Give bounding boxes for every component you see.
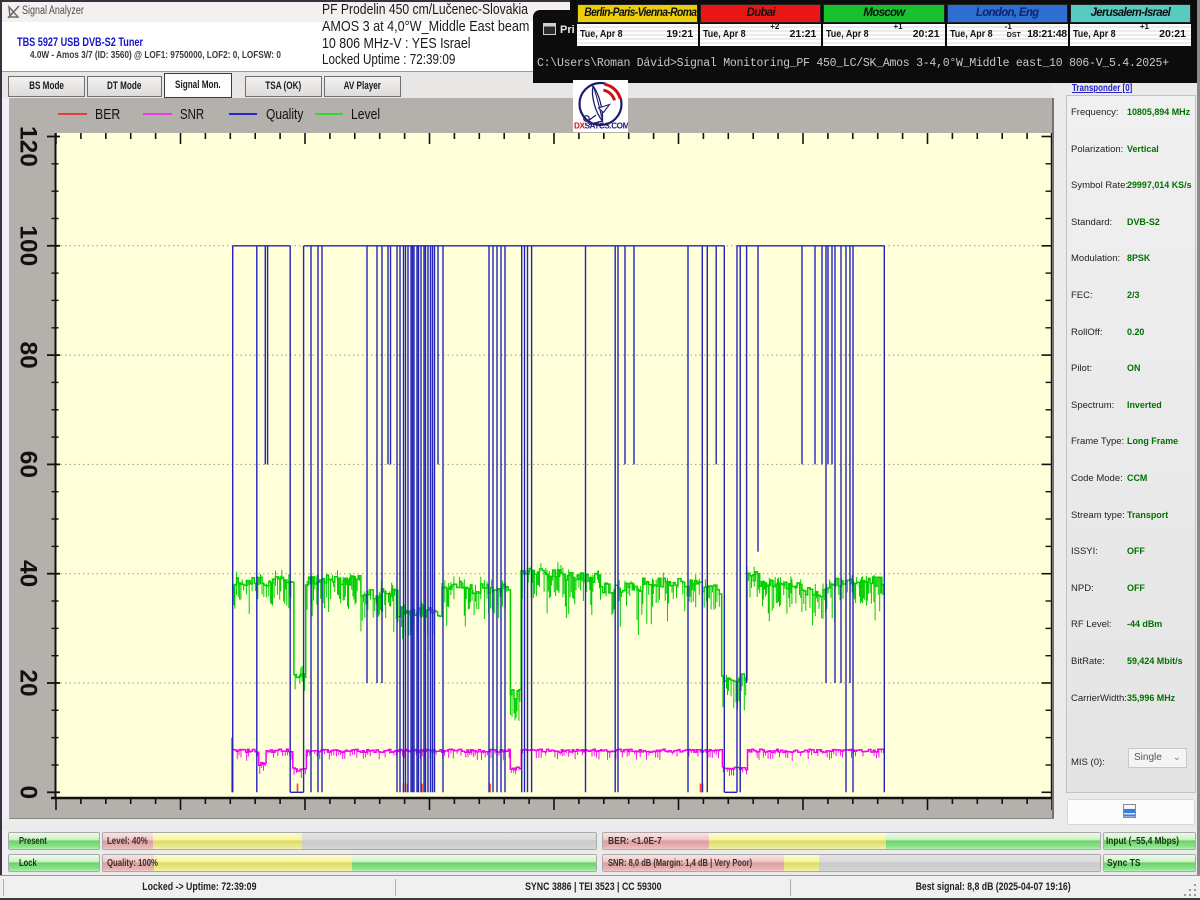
svg-text:80: 80 [15,341,42,368]
svg-text:100: 100 [15,225,42,266]
svg-text:40: 40 [15,560,42,587]
svg-text:DXSATCS.COM: DXSATCS.COM [574,122,628,131]
svg-text:20: 20 [15,669,42,696]
svg-text:60: 60 [15,451,42,478]
svg-text:0: 0 [15,785,42,799]
svg-text:120: 120 [15,126,42,167]
